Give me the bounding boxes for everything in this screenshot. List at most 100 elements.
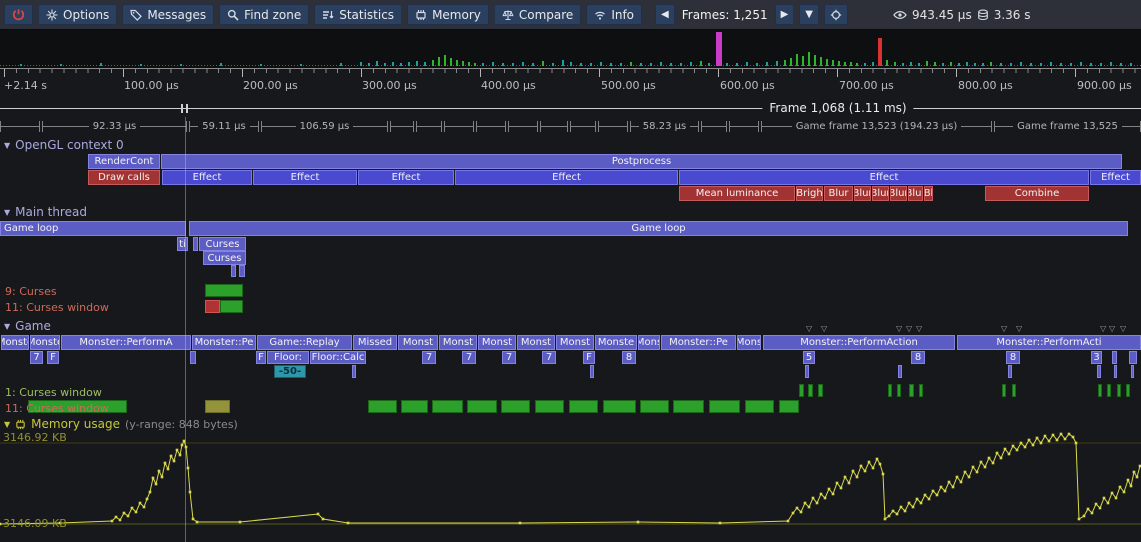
zone-bar[interactable]: Monster::Pe bbox=[192, 335, 256, 350]
zone-bar[interactable] bbox=[805, 365, 809, 378]
zone-bar[interactable]: Game::Replay bbox=[257, 335, 352, 350]
zone-bar[interactable]: Monste bbox=[1, 335, 29, 350]
frame-separator[interactable]: 58.23 μs bbox=[630, 121, 699, 132]
zone-bar[interactable] bbox=[220, 300, 243, 313]
memory-usage-plot[interactable] bbox=[0, 430, 1141, 530]
section-game[interactable]: ▼ Game bbox=[4, 319, 51, 333]
zone-marker-icon[interactable]: ▽ bbox=[916, 324, 922, 333]
zone-bar[interactable] bbox=[1008, 365, 1012, 378]
zone-bar[interactable]: Monst bbox=[478, 335, 516, 350]
zone-bar[interactable]: Monste bbox=[595, 335, 637, 350]
zone-bar[interactable]: Brigh bbox=[796, 186, 823, 201]
zone-bar[interactable]: Effect bbox=[1090, 170, 1141, 185]
frame-separator[interactable] bbox=[390, 121, 414, 132]
zone-bar[interactable]: Mons bbox=[638, 335, 660, 350]
zone-bar[interactable] bbox=[898, 365, 902, 378]
zone-marker-icon[interactable]: ▽ bbox=[906, 324, 912, 333]
zone-bar[interactable]: F bbox=[256, 351, 266, 364]
collapse-icon[interactable]: ▼ bbox=[4, 420, 10, 429]
zone-bar[interactable]: Effect bbox=[358, 170, 454, 185]
zone-bar[interactable]: Floor: bbox=[267, 351, 309, 364]
zone-bar[interactable]: Effect bbox=[455, 170, 678, 185]
info-button[interactable]: Info bbox=[586, 4, 642, 25]
zone-bar[interactable] bbox=[1126, 384, 1130, 397]
zone-marker-icon[interactable]: ▽ bbox=[821, 324, 827, 333]
zone-bar[interactable]: Curses bbox=[199, 237, 246, 251]
zone-bar[interactable]: Mons bbox=[737, 335, 761, 350]
zone-bar[interactable]: Blur bbox=[890, 186, 907, 201]
zone-bar[interactable]: 8 bbox=[911, 351, 925, 364]
statistics-button[interactable]: Statistics bbox=[314, 4, 402, 25]
section-opengl-context[interactable]: ▼ OpenGL context 0 bbox=[4, 138, 124, 152]
zone-bar[interactable] bbox=[779, 400, 799, 413]
zone-bar[interactable] bbox=[1129, 351, 1137, 364]
zone-bar[interactable]: Blur bbox=[854, 186, 871, 201]
lock-label-1-curses-window-game[interactable]: 1: Curses window bbox=[5, 386, 102, 399]
zone-bar[interactable]: Draw calls bbox=[88, 170, 160, 185]
zone-bar[interactable] bbox=[1131, 365, 1134, 378]
frame-separator[interactable]: 106.59 μs bbox=[261, 121, 388, 132]
frame-separator[interactable] bbox=[540, 121, 568, 132]
zone-bar[interactable] bbox=[205, 284, 243, 297]
zone-bar[interactable]: Blur bbox=[872, 186, 889, 201]
zone-bar[interactable] bbox=[1012, 384, 1016, 397]
zone-bar[interactable]: Combine bbox=[985, 186, 1089, 201]
zone-bar[interactable]: Effect bbox=[253, 170, 357, 185]
find-zone-button[interactable]: Find zone bbox=[219, 4, 309, 25]
goto-frame-button[interactable] bbox=[824, 4, 848, 25]
lock-label-11-curses-window-main[interactable]: 11: Curses window bbox=[5, 301, 109, 314]
zone-bar[interactable] bbox=[205, 300, 220, 313]
lock-label-11-curses-window-game[interactable]: 11: Curses window bbox=[5, 402, 109, 415]
zone-bar[interactable]: Postprocess bbox=[161, 154, 1122, 169]
zone-bar[interactable] bbox=[888, 384, 892, 397]
zone-bar[interactable]: Effect bbox=[679, 170, 1089, 185]
collapse-icon[interactable]: ▼ bbox=[4, 208, 10, 217]
prev-frame-button[interactable]: ◀ bbox=[655, 4, 675, 25]
zone-bar[interactable]: 5 bbox=[803, 351, 815, 364]
zone-bar[interactable] bbox=[193, 237, 198, 251]
zone-bar[interactable] bbox=[432, 400, 463, 413]
zone-bar[interactable]: Monst bbox=[556, 335, 594, 350]
zone-bar[interactable] bbox=[401, 400, 428, 413]
zone-bar[interactable]: Floor::Calc bbox=[310, 351, 366, 364]
zone-bar[interactable]: Monster::Pe bbox=[661, 335, 736, 350]
zone-bar[interactable]: Curses bbox=[203, 251, 246, 265]
section-main-thread[interactable]: ▼ Main thread bbox=[4, 205, 87, 219]
zone-bar[interactable] bbox=[909, 384, 914, 397]
zone-marker-icon[interactable]: ▽ bbox=[1016, 324, 1022, 333]
zone-bar[interactable]: 8 bbox=[622, 351, 636, 364]
frame-separator[interactable] bbox=[0, 121, 40, 132]
zone-bar[interactable]: -50- bbox=[274, 365, 306, 378]
zone-bar[interactable] bbox=[190, 351, 196, 364]
zone-bar[interactable]: Bl bbox=[924, 186, 933, 201]
zone-bar[interactable] bbox=[239, 265, 245, 277]
frame-separator[interactable]: 59.11 μs bbox=[189, 121, 259, 132]
zone-bar[interactable]: 7 bbox=[542, 351, 556, 364]
lock-label-9-curses[interactable]: 9: Curses bbox=[5, 285, 57, 298]
zone-bar[interactable]: Monster::PerformActi bbox=[957, 335, 1141, 350]
zone-bar[interactable]: 7 bbox=[462, 351, 476, 364]
frame-separator[interactable] bbox=[570, 121, 596, 132]
zone-bar[interactable] bbox=[352, 365, 356, 378]
frame-separator[interactable] bbox=[444, 121, 474, 132]
zone-bar[interactable] bbox=[368, 400, 397, 413]
memory-button[interactable]: Memory bbox=[407, 4, 489, 25]
zone-bar[interactable]: Monste bbox=[30, 335, 60, 350]
zone-marker-icon[interactable]: ▽ bbox=[1120, 324, 1126, 333]
zone-bar[interactable]: Missed bbox=[353, 335, 397, 350]
options-button[interactable]: Options bbox=[38, 4, 117, 25]
frame-separator[interactable]: Game frame 13,523 (194.23 μs) bbox=[761, 121, 992, 132]
zone-bar[interactable] bbox=[1112, 351, 1117, 364]
next-frame-button[interactable]: ▶ bbox=[775, 4, 795, 25]
zone-bar[interactable]: 3 bbox=[1091, 351, 1102, 364]
zone-bar[interactable] bbox=[1098, 384, 1102, 397]
frame-separator[interactable]: Game frame 13,525 bbox=[994, 121, 1141, 132]
zone-bar[interactable] bbox=[808, 384, 813, 397]
current-frame-label[interactable]: Frame 1,068 (1.11 ms) bbox=[762, 101, 913, 115]
zone-bar[interactable]: Blur bbox=[908, 186, 923, 201]
zone-bar[interactable] bbox=[1097, 365, 1101, 378]
collapse-icon[interactable]: ▼ bbox=[4, 141, 10, 150]
zone-bar[interactable]: Monst bbox=[439, 335, 477, 350]
zone-bar[interactable] bbox=[205, 400, 230, 413]
frame-separator[interactable] bbox=[416, 121, 442, 132]
